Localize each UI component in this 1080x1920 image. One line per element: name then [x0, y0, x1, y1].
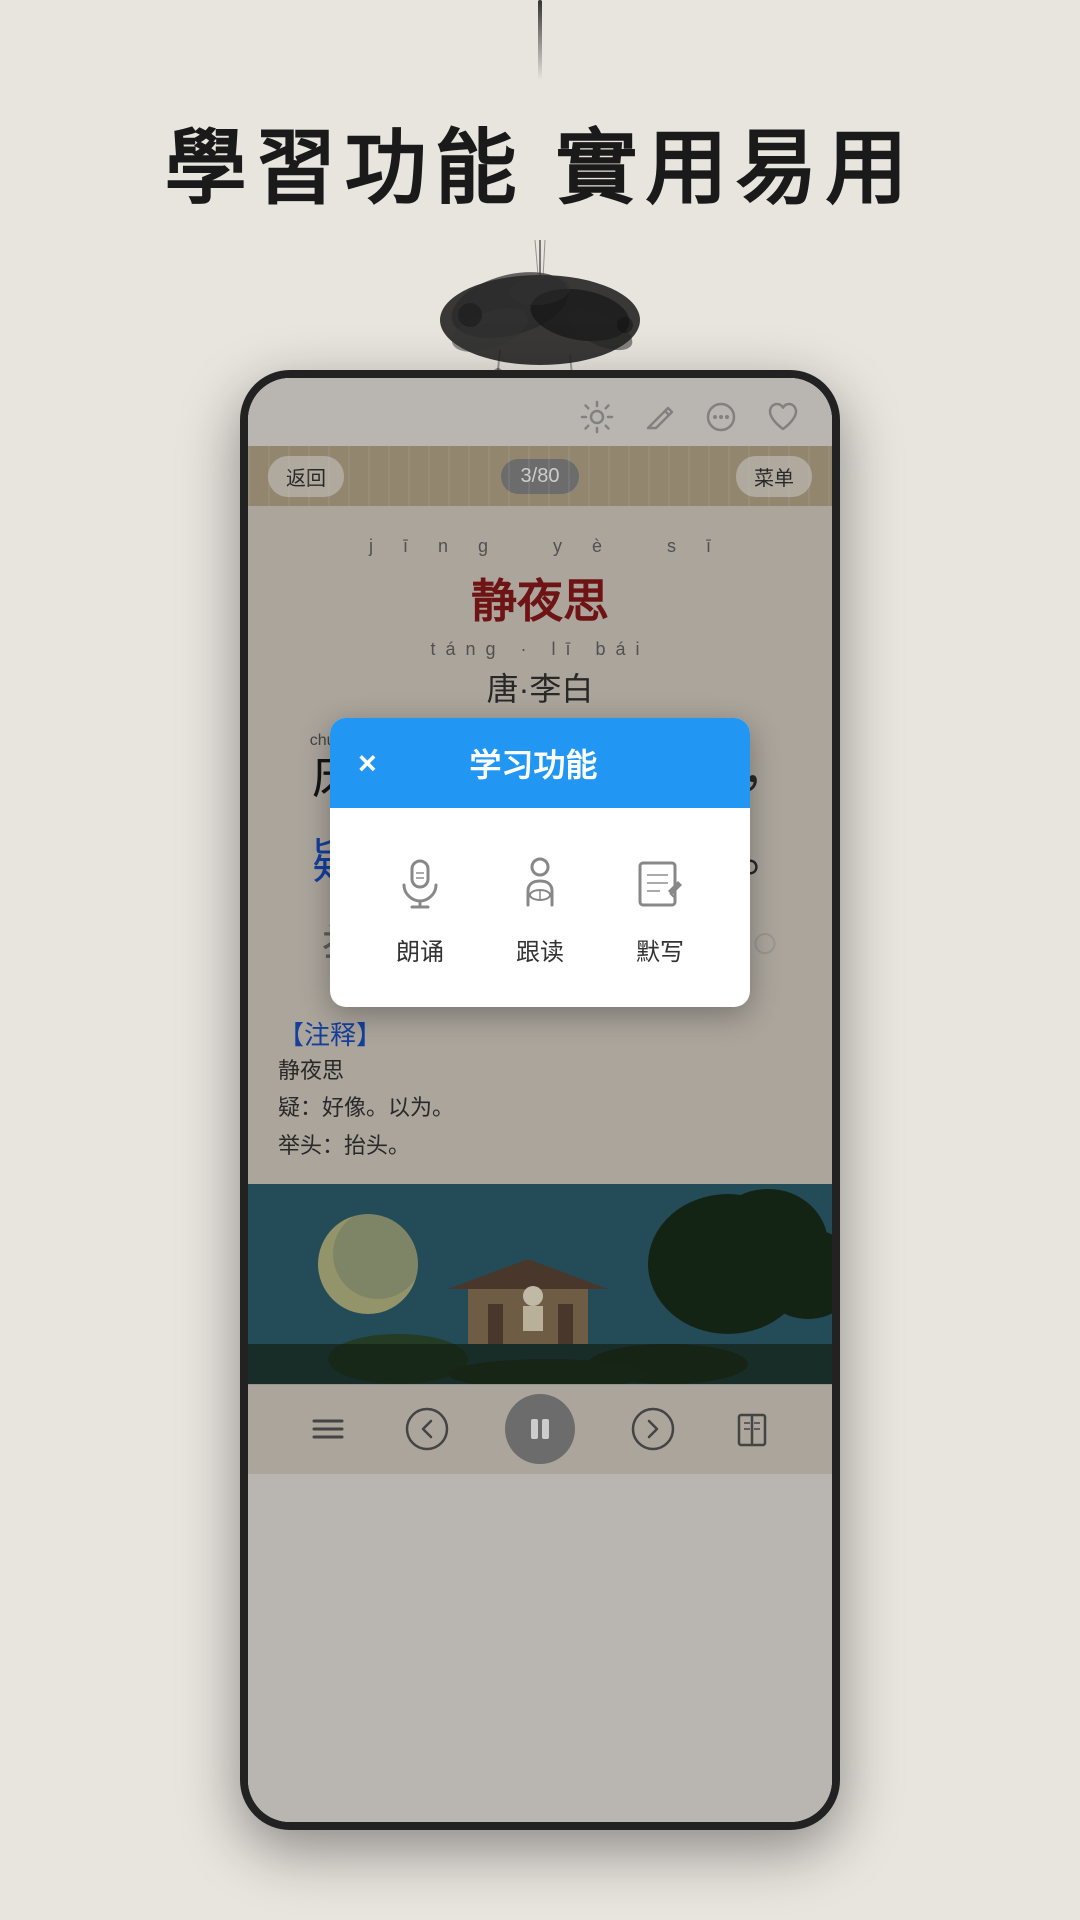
- modal-overlay: × 学习功能: [248, 378, 832, 1822]
- modal-item-recite[interactable]: 朗诵: [385, 848, 455, 967]
- follow-label: 跟读: [516, 932, 564, 967]
- write-icon: [625, 848, 695, 918]
- modal-header: × 学习功能: [330, 718, 750, 808]
- ink-splash-image: [410, 240, 670, 380]
- reading-person-icon: [505, 848, 575, 918]
- main-title: 學習功能 實用易用: [165, 101, 916, 220]
- modal-item-dictate[interactable]: 默写: [625, 848, 695, 967]
- modal-body: 朗诵 跟读: [330, 808, 750, 1007]
- learning-modal: × 学习功能: [330, 718, 750, 1007]
- recite-label: 朗诵: [396, 932, 444, 967]
- ink-drop: [538, 0, 542, 80]
- top-decorative-area: 學習功能 實用易用: [0, 0, 1080, 420]
- dictate-label: 默写: [636, 932, 684, 967]
- phone-screen: 返回 3/80 菜单 jīng yè sī 静夜思 táng · lī bái …: [248, 378, 832, 1822]
- microphone-icon: [385, 848, 455, 918]
- modal-close-button[interactable]: ×: [358, 745, 377, 782]
- phone-mockup: 返回 3/80 菜单 jīng yè sī 静夜思 táng · lī bái …: [240, 370, 840, 1830]
- modal-title: 学习功能: [377, 740, 690, 786]
- modal-item-follow[interactable]: 跟读: [505, 848, 575, 967]
